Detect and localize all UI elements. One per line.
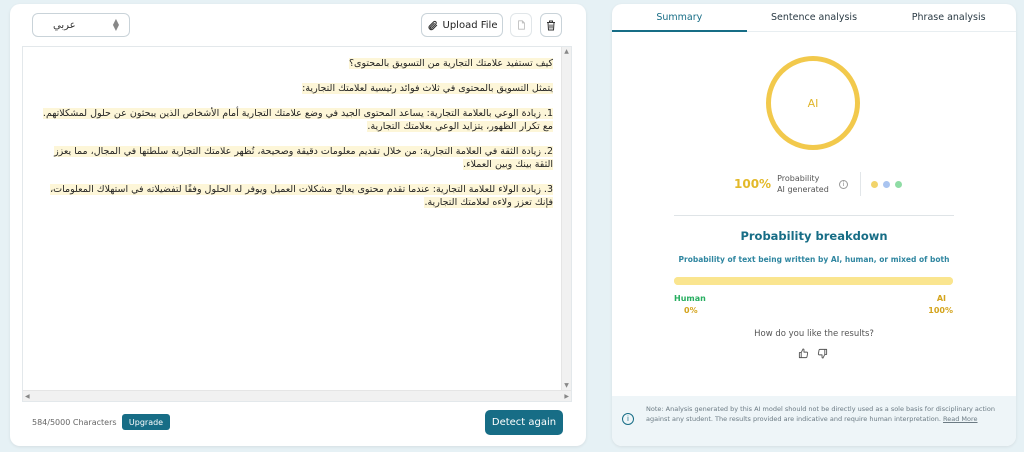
results-tabs: Summary Sentence analysis Phrase analysi…	[612, 4, 1016, 32]
thumbs-down-icon[interactable]	[817, 348, 828, 359]
editor-paragraph: 1. زيادة الوعي بالعلامة التجارية: يساعد …	[42, 108, 553, 132]
human-percentage: 0%	[684, 306, 698, 315]
horizontal-scrollbar[interactable]: ◀ ▶	[23, 390, 571, 401]
thumbs-up-icon[interactable]	[798, 348, 809, 359]
editor-paragraph: 3. زيادة الولاء للعلامة التجارية: عندما …	[50, 184, 553, 208]
score-summary: 100% Probability AI generated i	[734, 170, 907, 198]
trash-icon	[547, 20, 555, 30]
tab-summary[interactable]: Summary	[612, 4, 747, 32]
human-label: Human	[674, 294, 706, 303]
ai-score-ring: AI	[766, 56, 860, 150]
ai-percentage-breakdown: 100%	[928, 306, 953, 315]
editor-panel: عربي ▲ ▼ Upload File كيف تستفيد علامتك ال…	[10, 4, 586, 446]
legend-dot-human	[894, 180, 902, 188]
legend-dot-mixed	[882, 180, 890, 188]
info-icon[interactable]: i	[838, 179, 848, 189]
language-select-value: عربي	[53, 19, 76, 31]
disclaimer-note: i Note: Analysis generated by this AI mo…	[612, 396, 1016, 446]
section-divider	[674, 215, 954, 216]
document-icon	[517, 20, 525, 30]
upload-file-label: Upload File	[442, 19, 498, 31]
ring-label: AI	[807, 96, 819, 110]
legend-dot-ai	[870, 180, 878, 188]
note-info-icon: i	[622, 413, 634, 425]
upload-file-button[interactable]: Upload File	[421, 13, 503, 37]
breakdown-subtitle: Probability of text being written by AI,…	[678, 255, 950, 264]
editor-paragraph: كيف تستفيد علامتك التجارية من التسويق با…	[348, 58, 553, 69]
paperclip-icon	[428, 20, 437, 30]
select-arrows-icon: ▲ ▼	[112, 17, 119, 32]
document-button[interactable]	[510, 13, 532, 37]
scroll-right-icon[interactable]: ▶	[564, 393, 569, 400]
probability-bar	[674, 277, 953, 285]
detect-again-button[interactable]: Detect again	[485, 410, 563, 435]
tab-phrase-analysis[interactable]: Phrase analysis	[881, 4, 1016, 31]
clear-text-button[interactable]	[540, 13, 562, 37]
editor-paragraph: 2. زيادة الثقة في العلامة التجارية: من خ…	[54, 146, 553, 170]
vertical-scrollbar[interactable]: ▲ ▼	[561, 47, 571, 391]
upgrade-button[interactable]: Upgrade	[122, 414, 170, 430]
ai-label: AI	[936, 294, 946, 303]
score-divider	[859, 172, 861, 196]
scroll-left-icon[interactable]: ◀	[25, 393, 30, 400]
feedback-buttons	[798, 348, 828, 359]
text-editor[interactable]: كيف تستفيد علامتك التجارية من التسويق با…	[22, 46, 572, 402]
language-select[interactable]: عربي ▲ ▼	[32, 13, 130, 37]
breakdown-title: Probability breakdown	[740, 229, 888, 243]
tab-sentence-analysis[interactable]: Sentence analysis	[747, 4, 882, 31]
editor-content[interactable]: كيف تستفيد علامتك التجارية من التسويق با…	[33, 57, 553, 221]
ai-percentage: 100%	[734, 177, 772, 191]
results-panel: Summary Sentence analysis Phrase analysi…	[612, 4, 1016, 446]
probability-label: Probability AI generated	[777, 174, 829, 194]
character-count: 584/5000 Characters	[32, 418, 117, 427]
feedback-question: How do you like the results?	[754, 329, 874, 339]
probability-bar-fill	[674, 277, 953, 285]
read-more-link[interactable]: Read More	[943, 415, 978, 423]
editor-paragraph: يتمثل التسويق بالمحتوى في ثلاث فوائد رئي…	[302, 83, 553, 94]
scroll-up-icon[interactable]: ▲	[562, 47, 571, 57]
